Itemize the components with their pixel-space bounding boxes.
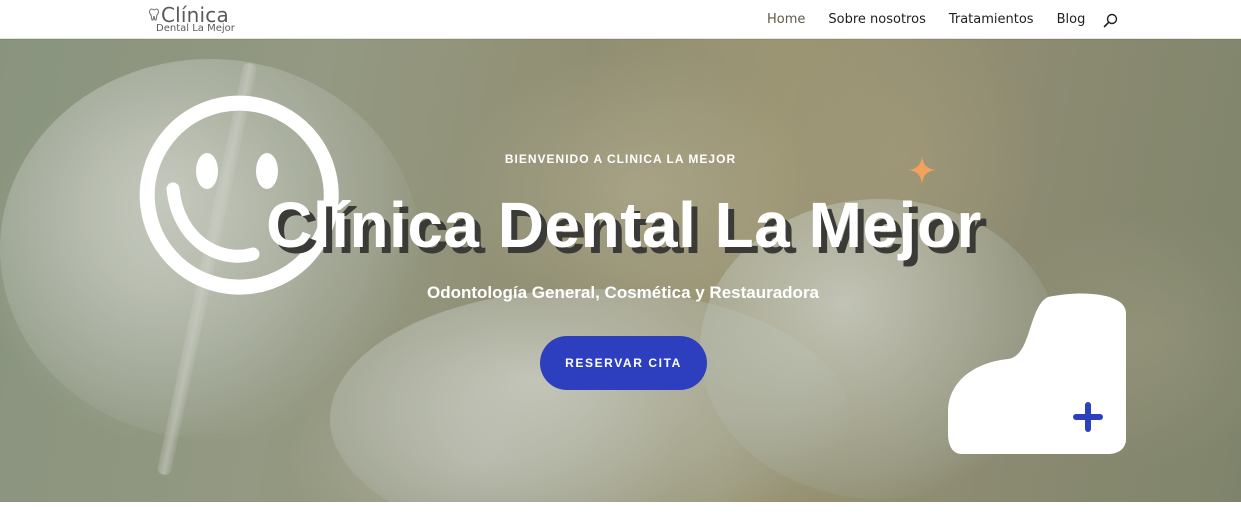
tooth-icon: [149, 8, 159, 21]
site-header: Clínica Dental La Mejor Home Sobre nosot…: [0, 0, 1241, 39]
search-icon[interactable]: [1103, 13, 1118, 28]
reservar-cita-button[interactable]: RESERVAR CITA: [540, 336, 707, 390]
nav-item-home[interactable]: Home: [767, 12, 805, 27]
nav-item-blog[interactable]: Blog: [1057, 12, 1086, 27]
plus-icon: [1073, 402, 1103, 432]
nav-item-tratamientos[interactable]: Tratamientos: [949, 12, 1034, 27]
logo-subtitle: Dental La Mejor: [156, 23, 235, 34]
hero-title: Clínica Dental La Mejor: [266, 189, 982, 261]
hero-kicker: BIENVENIDO A CLINICA LA MEJOR: [504, 152, 737, 166]
site-logo[interactable]: Clínica Dental La Mejor: [148, 3, 238, 37]
main-nav: Home Sobre nosotros Tratamientos Blog: [767, 11, 1118, 28]
nav-item-sobre-nosotros[interactable]: Sobre nosotros: [828, 12, 925, 27]
